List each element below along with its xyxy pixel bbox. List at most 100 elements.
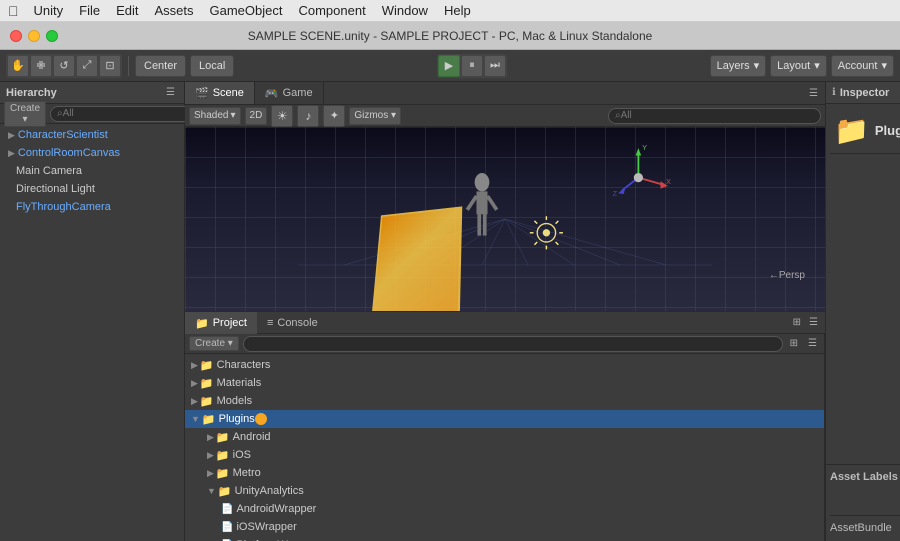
maximize-window-button[interactable] (46, 30, 58, 42)
project-item-androidwrapper[interactable]: 📄 AndroidWrapper (185, 500, 824, 518)
inspector-content: 📁 Plugins ⚙ Open (826, 104, 900, 288)
local-toggle-button[interactable]: Local (190, 55, 234, 77)
account-dropdown[interactable]: Account ▾ (831, 55, 894, 77)
project-col-icon[interactable]: ⊞ (787, 337, 801, 350)
file-icon: 📄 (221, 504, 233, 515)
expand-icon: ▶ (207, 432, 214, 443)
proj-item-label: Metro (233, 467, 261, 479)
scene-search-input[interactable] (608, 108, 821, 124)
inspector-header: ℹ Inspector 🔒 ☰ (826, 82, 900, 104)
lighting-toggle[interactable]: ☀ (271, 105, 293, 127)
proj-item-label: AndroidWrapper (236, 503, 316, 515)
main-layout: Hierarchy ☰ Create ▾ ▶ CharacterScientis… (0, 82, 900, 541)
play-button[interactable]: ▶ (438, 55, 460, 77)
folder-icon: 📁 (216, 431, 230, 444)
window-title: SAMPLE SCENE.unity - SAMPLE PROJECT - PC… (248, 29, 653, 43)
console-tab-label: Console (277, 317, 317, 329)
project-item-android[interactable]: ▶ 📁 Android (185, 428, 824, 446)
rotate-tool-button[interactable]: ↺ (53, 55, 75, 77)
perspective-label: ←Persp (769, 270, 805, 281)
bottom-panel-collapse[interactable]: ⊞ (790, 316, 804, 329)
light-plane (370, 206, 462, 311)
step-button[interactable]: ⏭ (484, 55, 506, 77)
hierarchy-item[interactable]: ▶ ControlRoomCanvas (0, 144, 184, 162)
toolbar-sep-1 (128, 56, 129, 76)
proj-item-label: iOSWrapper (236, 521, 296, 533)
project-item-characters[interactable]: ▶ 📁 Characters (185, 356, 824, 374)
expand-icon: ▶ (191, 360, 198, 371)
hierarchy-item[interactable]: Directional Light (0, 180, 184, 198)
center-toggle-button[interactable]: Center (135, 55, 186, 77)
hierarchy-item[interactable]: ▶ CharacterScientist (0, 126, 184, 144)
proj-item-label: Plugins (219, 413, 255, 425)
center-panel: 🎬 Scene 🎮 Game ☰ Shaded ▾ 2D (185, 82, 825, 541)
proj-item-label: Materials (217, 377, 262, 389)
shading-dropdown[interactable]: Shaded ▾ (189, 107, 241, 125)
scene-viewport[interactable]: Y X Z (185, 127, 825, 311)
menu-help[interactable]: Help (437, 2, 478, 19)
project-files-list: ▶ 📁 Characters ▶ 📁 Materials ▶ 📁 (185, 354, 824, 541)
bottom-panel: 📁 Project ≡ Console ⊞ ☰ Create ▾ (185, 311, 825, 541)
expand-arrow: ▶ (8, 130, 15, 141)
project-item-metro[interactable]: ▶ 📁 Metro (185, 464, 824, 482)
console-tab[interactable]: ≡ Console (257, 312, 328, 334)
project-tab[interactable]: 📁 Project (185, 312, 257, 334)
hierarchy-toolbar: Create ▾ (0, 104, 184, 124)
hierarchy-lock-icon[interactable]: ☰ (163, 86, 178, 99)
hierarchy-search-input[interactable] (50, 106, 196, 122)
asset-labels-section: Asset Labels 🏷 AssetBundle None ▾ None ▾ (826, 464, 900, 541)
project-menu-icon[interactable]: ☰ (805, 337, 820, 350)
hier-item-label: Main Camera (16, 165, 82, 177)
layout-dropdown[interactable]: Layout ▾ (770, 55, 827, 77)
hierarchy-item[interactable]: FlyThroughCamera (0, 198, 184, 216)
pause-button[interactable]: ⏸ (461, 55, 483, 77)
menu-file[interactable]: File (72, 2, 107, 19)
menu-edit[interactable]: Edit (109, 2, 145, 19)
gizmos-dropdown[interactable]: Gizmos ▾ (349, 107, 401, 125)
bottom-panel-menu[interactable]: ☰ (806, 316, 821, 329)
project-item-materials[interactable]: ▶ 📁 Materials (185, 374, 824, 392)
project-item-ioswrapper[interactable]: 📄 iOSWrapper (185, 518, 824, 536)
effects-toggle[interactable]: ✦ (323, 105, 345, 127)
scene-panel-menu[interactable]: ☰ (806, 87, 821, 100)
project-item-ios[interactable]: ▶ 📁 iOS (185, 446, 824, 464)
menu-window[interactable]: Window (375, 2, 435, 19)
inspector-asset-name: Plugins (875, 123, 900, 138)
bottom-panel-controls: ⊞ ☰ (790, 312, 821, 333)
project-item-models[interactable]: ▶ 📁 Models (185, 392, 824, 410)
menu-unity[interactable]: Unity (27, 2, 71, 19)
inspector-folder-icon: 📁 (834, 114, 869, 147)
hierarchy-items-list: ▶ CharacterScientist ▶ ControlRoomCanvas… (0, 124, 184, 541)
bottom-tab-bar: 📁 Project ≡ Console ⊞ ☰ (185, 312, 825, 334)
2d-toggle[interactable]: 2D (245, 107, 268, 125)
menu-component[interactable]: Component (291, 2, 372, 19)
layers-dropdown[interactable]: Layers ▾ (710, 55, 767, 77)
folder-icon: 📁 (216, 449, 230, 462)
hand-tool-button[interactable]: ✋ (7, 55, 29, 77)
scene-tab[interactable]: 🎬 Scene (185, 82, 255, 104)
menu-assets[interactable]: Assets (147, 2, 200, 19)
expand-icon: ▶ (207, 468, 214, 479)
game-tab[interactable]: 🎮 Game (255, 82, 324, 104)
scale-tool-button[interactable]: ⤢ (76, 55, 98, 77)
close-window-button[interactable] (10, 30, 22, 42)
proj-item-label: iOS (233, 449, 251, 461)
inspector-panel: ℹ Inspector 🔒 ☰ 📁 Plugins ⚙ Open Asset L… (825, 82, 900, 541)
folder-icon: 📁 (202, 413, 216, 426)
move-tool-button[interactable]: ✙ (30, 55, 52, 77)
minimize-window-button[interactable] (28, 30, 40, 42)
project-search-input[interactable] (243, 336, 783, 352)
asset-labels-title: Asset Labels (830, 471, 900, 483)
folder-icon: 📁 (218, 485, 232, 498)
title-bar: SAMPLE SCENE.unity - SAMPLE PROJECT - PC… (0, 22, 900, 50)
rect-tool-button[interactable]: ⊡ (99, 55, 121, 77)
project-item-platformwrapper[interactable]: 📄 PlatformWrapper (185, 536, 824, 541)
menu-gameobject[interactable]: GameObject (203, 2, 290, 19)
project-create-button[interactable]: Create ▾ (189, 336, 239, 351)
project-item-unityanalytics-folder[interactable]: ▼ 📁 UnityAnalytics (185, 482, 824, 500)
hierarchy-item[interactable]: Main Camera (0, 162, 184, 180)
project-item-plugins[interactable]: ▼ 📁 Plugins (185, 410, 824, 428)
hier-item-label: CharacterScientist (18, 129, 108, 141)
hierarchy-create-button[interactable]: Create ▾ (4, 101, 46, 127)
audio-toggle[interactable]: ♪ (297, 105, 319, 127)
